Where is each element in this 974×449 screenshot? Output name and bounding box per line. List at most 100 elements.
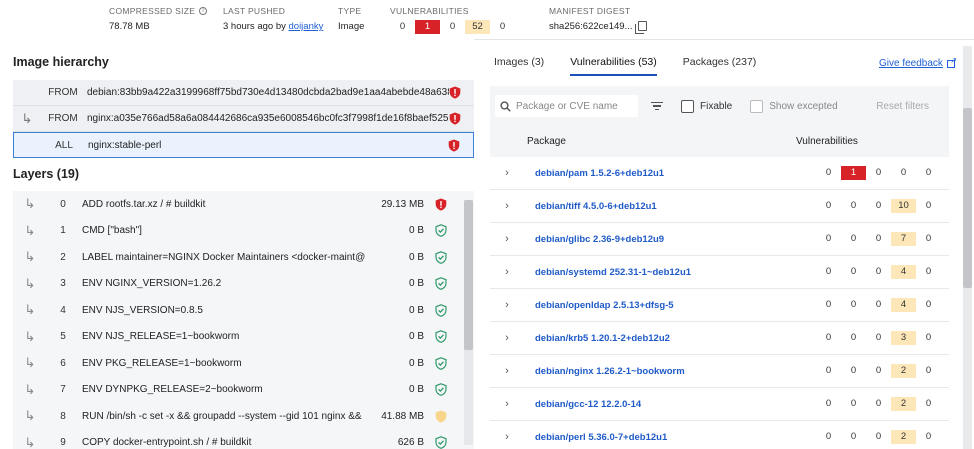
check-shield-icon — [434, 356, 447, 370]
layer-command: ENV NJS_VERSION=0.8.5 — [82, 304, 203, 316]
branch-arrow-icon: ↳ — [24, 381, 36, 397]
severity-count: 10 — [891, 199, 916, 213]
hierarchy-row[interactable]: ↳ FROM nginx:a035e766ad58a6a084442686ca9… — [13, 106, 474, 132]
package-vuln-counts: 00020 — [816, 397, 941, 411]
package-name-link[interactable]: debian/perl 5.36.0-7+deb12u1 — [535, 432, 667, 443]
layers-scrollbar-thumb[interactable] — [464, 200, 473, 350]
layer-row[interactable]: ↳ 0 ADD rootfs.tar.xz / # buildkit 29.13 MB — [13, 191, 474, 218]
branch-arrow-icon: ↳ — [24, 275, 36, 291]
chevron-right-icon[interactable]: › — [493, 266, 521, 278]
col-package-header[interactable]: Package — [527, 136, 566, 147]
package-row[interactable]: › debian/systemd 252.31-1~deb12u1 0 0 0 4 0 — [490, 256, 949, 289]
last-pushed: LAST PUSHED 3 hours ago by doijanky — [223, 6, 323, 32]
package-vuln-counts: 00020 — [816, 430, 941, 444]
severity-count: 0 — [875, 398, 882, 409]
chevron-right-icon[interactable]: › — [493, 431, 521, 443]
detail-tabs: Images (3) Vulnerabilities (53) Packages… — [494, 56, 782, 76]
severity-count: 0 — [825, 398, 832, 409]
layer-command: LABEL maintainer=NGINX Docker Maintainer… — [82, 251, 365, 263]
chevron-right-icon[interactable]: › — [493, 365, 521, 377]
package-name-link[interactable]: debian/pam 1.5.2-6+deb12u1 — [535, 168, 664, 179]
show-excepted-checkbox[interactable]: Show excepted — [750, 99, 838, 113]
layer-row[interactable]: ↳ 7 ENV DYNPKG_RELEASE=2~bookworm 0 B — [13, 377, 474, 404]
hierarchy-row[interactable]: FROM debian:83bb9a422a3199968ff75bd730e4… — [13, 80, 474, 106]
medium-shield-icon — [435, 410, 446, 423]
branch-arrow-icon: ↳ — [24, 355, 36, 371]
layer-status — [428, 383, 453, 397]
severity-count: 0 — [825, 233, 832, 244]
layer-command: ENV NGINX_VERSION=1.26.2 — [82, 278, 222, 290]
package-name-link[interactable]: debian/nginx 1.26.2-1~bookworm — [535, 366, 685, 377]
info-icon[interactable]: i — [199, 7, 208, 15]
tab-vulnerabilities[interactable]: Vulnerabilities (53) — [570, 56, 657, 76]
package-name-link[interactable]: debian/gcc-12 12.2.0-14 — [535, 399, 641, 410]
hierarchy-row-selected[interactable]: ALL nginx:stable-perl — [13, 132, 474, 158]
tab-images[interactable]: Images (3) — [494, 56, 544, 76]
severity-count: 0 — [825, 365, 832, 376]
compressed-size-label: COMPRESSED SIZE — [109, 6, 196, 16]
severity-count: 0 — [925, 332, 932, 343]
package-row[interactable]: › debian/glibc 2.36-9+deb12u9 0 0 0 7 0 — [490, 223, 949, 256]
branch-arrow-icon: ↳ — [24, 434, 36, 449]
layer-index: 5 — [60, 331, 66, 343]
col-vulnerabilities-header[interactable]: Vulnerabilities — [796, 136, 858, 147]
package-row[interactable]: › debian/gcc-12 12.2.0-14 0 0 0 2 0 — [490, 388, 949, 421]
severity-count: 0 — [875, 167, 882, 178]
chevron-right-icon[interactable]: › — [493, 200, 521, 212]
critical-count: 0 — [399, 21, 406, 32]
layer-row[interactable]: ↳ 8 RUN /bin/sh -c set -x && groupadd --sy… — [13, 403, 474, 430]
table-header: Package Vulnerabilities — [490, 126, 949, 156]
branch-arrow-icon: ↳ — [21, 110, 33, 126]
search-box[interactable] — [495, 95, 638, 117]
chevron-right-icon[interactable]: › — [493, 332, 521, 344]
chevron-right-icon[interactable]: › — [493, 398, 521, 410]
package-name-link[interactable]: debian/openldap 2.5.13+dfsg-5 — [535, 300, 674, 311]
severity-count: 0 — [850, 431, 857, 442]
layer-row[interactable]: ↳ 4 ENV NJS_VERSION=0.8.5 0 B — [13, 297, 474, 324]
filter-icon[interactable] — [651, 102, 663, 110]
severity-count: 7 — [891, 232, 916, 246]
layer-status — [428, 330, 453, 344]
search-input[interactable] — [516, 100, 634, 112]
layer-row[interactable]: ↳ 9 COPY docker-entrypoint.sh / # buildkit… — [13, 430, 474, 449]
severity-count: 0 — [825, 266, 832, 277]
package-row[interactable]: › debian/openldap 2.5.13+dfsg-5 0 0 0 4 0 — [490, 289, 949, 322]
package-row[interactable]: › debian/nginx 1.26.2-1~bookworm 0 0 0 2 0 — [490, 355, 949, 388]
package-name-link[interactable]: debian/tiff 4.5.0-6+deb12u1 — [535, 201, 657, 212]
chevron-right-icon[interactable]: › — [493, 299, 521, 311]
package-row[interactable]: › debian/tiff 4.5.0-6+deb12u1 0 0 0 10 0 — [490, 190, 949, 223]
layer-row[interactable]: ↳ 2 LABEL maintainer=NGINX Docker Maintain… — [13, 244, 474, 271]
give-feedback-link[interactable]: Give feedback — [879, 56, 957, 70]
type-value: Image — [338, 21, 365, 32]
layer-row[interactable]: ↳ 6 ENV PKG_RELEASE=1~bookworm 0 B — [13, 350, 474, 377]
layer-row[interactable]: ↳ 1 CMD ["bash"] 0 B — [13, 218, 474, 245]
layer-command: ENV NJS_RELEASE=1~bookworm — [82, 331, 240, 343]
package-row[interactable]: › debian/perl 5.36.0-7+deb12u1 0 0 0 2 0 — [490, 421, 949, 449]
copy-icon[interactable] — [635, 21, 648, 35]
package-name-link[interactable]: debian/krb5 1.20.1-2+deb12u2 — [535, 333, 670, 344]
package-name-link[interactable]: debian/systemd 252.31-1~deb12u1 — [535, 267, 691, 278]
severity-count: 3 — [891, 331, 916, 345]
reset-filters-button[interactable]: Reset filters — [876, 101, 929, 112]
layer-status — [428, 436, 453, 449]
fixable-checkbox[interactable]: Fixable — [681, 99, 732, 113]
layer-status — [428, 250, 453, 264]
unspecified-count: 0 — [499, 21, 506, 32]
checkbox-box[interactable] — [681, 99, 694, 113]
layer-row[interactable]: ↳ 3 ENV NGINX_VERSION=1.26.2 0 B — [13, 271, 474, 298]
checkbox-box[interactable] — [750, 99, 764, 113]
severity-count: 4 — [891, 265, 916, 279]
package-name-link[interactable]: debian/glibc 2.36-9+deb12u9 — [535, 234, 664, 245]
pusher-link[interactable]: doijanky — [289, 21, 324, 32]
severity-count: 4 — [891, 298, 916, 312]
severity-count: 0 — [825, 332, 832, 343]
search-icon — [500, 100, 511, 112]
tab-packages[interactable]: Packages (237) — [683, 56, 757, 76]
layer-row[interactable]: ↳ 5 ENV NJS_RELEASE=1~bookworm 0 B — [13, 324, 474, 351]
critical-shield-icon — [449, 86, 461, 99]
package-row[interactable]: › debian/krb5 1.20.1-2+deb12u2 0 0 0 3 0 — [490, 322, 949, 355]
chevron-right-icon[interactable]: › — [493, 233, 521, 245]
chevron-right-icon[interactable]: › — [493, 167, 521, 179]
package-row[interactable]: › debian/pam 1.5.2-6+deb12u1 0 1 0 0 0 — [490, 157, 949, 190]
page-scrollbar-thumb[interactable] — [963, 108, 972, 288]
